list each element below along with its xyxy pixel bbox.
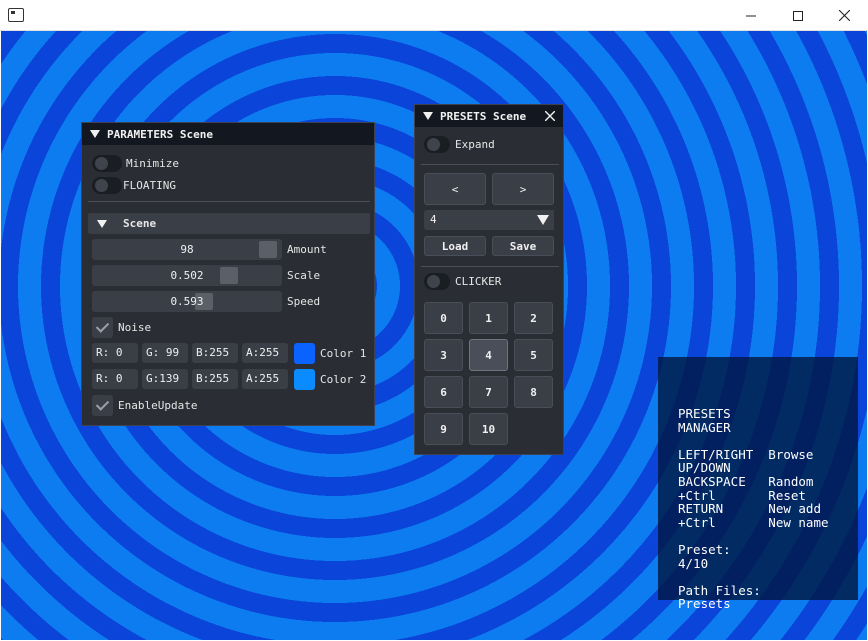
scale-slider[interactable]: 0.502 — [92, 265, 282, 286]
color2-g-field[interactable]: G:139 — [142, 369, 188, 389]
clicker-button-8[interactable]: 8 — [514, 376, 553, 408]
amount-label: Amount — [287, 243, 327, 256]
scale-label: Scale — [287, 269, 321, 282]
minimize-label: Minimize — [126, 157, 179, 170]
clicker-button-7[interactable]: 7 — [469, 376, 508, 408]
enable-update-checkbox[interactable] — [92, 395, 113, 416]
color2-r-field[interactable]: R: 0 — [92, 369, 138, 389]
enable-update-label: EnableUpdate — [118, 399, 198, 412]
next-preset-button[interactable]: > — [492, 173, 554, 205]
presets-panel: PRESETS Scene Expand < > 4 Load Save CLI… — [414, 104, 564, 455]
presets-panel-header[interactable]: PRESETS Scene — [415, 105, 563, 127]
presets-panel-title: PRESETS Scene — [440, 109, 527, 123]
clicker-label: CLICKER — [455, 275, 502, 288]
preset-combo-value: 4 — [430, 213, 437, 226]
amount-value: 98 — [180, 243, 194, 256]
parameters-panel-title: PARAMETERS Scene — [107, 127, 213, 141]
clicker-button-3[interactable]: 3 — [424, 339, 463, 371]
minimize-window-button[interactable] — [728, 0, 774, 31]
clicker-button-2[interactable]: 2 — [514, 302, 553, 334]
info-line: +Ctrl Reset — [678, 487, 806, 503]
scene-section-title: Scene — [123, 217, 157, 230]
clicker-button-10[interactable]: 10 — [469, 413, 508, 445]
window-titlebar — [0, 0, 868, 31]
clicker-toggle[interactable] — [424, 273, 450, 290]
load-button[interactable]: Load — [424, 236, 486, 256]
parameters-panel: PARAMETERS Scene Minimize FLOATING Scene… — [81, 122, 375, 426]
minimize-icon — [746, 15, 756, 16]
expand-label: Expand — [455, 138, 495, 151]
info-line: Preset: — [678, 542, 731, 557]
info-line: PRESETS — [678, 406, 731, 421]
info-line: LEFT/RIGHT Browse — [678, 446, 814, 462]
expand-toggle[interactable] — [424, 136, 450, 153]
color2-b-field[interactable]: B:255 — [192, 369, 238, 389]
section-triangle-icon — [97, 219, 107, 228]
maximize-icon — [793, 10, 803, 21]
chevron-down-icon[interactable] — [532, 210, 554, 230]
info-line: Presets — [678, 596, 731, 612]
prev-preset-button[interactable]: < — [424, 173, 486, 205]
color1-label: Color 1 — [320, 347, 367, 360]
collapse-triangle-icon[interactable] — [90, 130, 100, 138]
clicker-button-1[interactable]: 1 — [469, 302, 508, 334]
color2-a-field[interactable]: A:255 — [242, 369, 288, 389]
close-icon[interactable] — [545, 111, 555, 121]
scale-value: 0.502 — [170, 269, 204, 282]
info-line: BACKSPACE Random — [678, 474, 814, 489]
save-button[interactable]: Save — [492, 236, 554, 256]
collapse-triangle-icon[interactable] — [423, 112, 433, 120]
scene-section-header[interactable]: Scene — [88, 213, 370, 234]
color1-a-field[interactable]: A:255 — [242, 343, 288, 363]
info-line: 4/10 — [678, 555, 709, 571]
preset-combo[interactable]: 4 — [424, 210, 554, 230]
floating-label: FLOATING — [123, 179, 176, 192]
minimize-toggle[interactable] — [92, 155, 122, 172]
clicker-button-9[interactable]: 9 — [424, 413, 463, 445]
clicker-button-4[interactable]: 4 — [469, 339, 508, 371]
clicker-button-6[interactable]: 6 — [424, 376, 463, 408]
clicker-button-0[interactable]: 0 — [424, 302, 463, 334]
color2-label: Color 2 — [320, 373, 367, 386]
speed-value: 0.593 — [170, 295, 204, 308]
color1-b-field[interactable]: B:255 — [192, 343, 238, 363]
noise-label: Noise — [118, 321, 152, 334]
app-icon — [8, 8, 24, 22]
info-line: +Ctrl New name — [678, 514, 829, 530]
noise-checkbox[interactable] — [92, 317, 113, 338]
presets-manager-overlay: PRESETS MANAGER LEFT/RIGHT Browse UP/DOW… — [658, 357, 858, 610]
amount-slider[interactable]: 98 — [92, 239, 282, 260]
close-icon — [838, 10, 850, 21]
speed-label: Speed — [287, 295, 321, 308]
floating-toggle[interactable] — [92, 177, 122, 194]
clicker-button-5[interactable]: 5 — [514, 339, 553, 371]
color2-swatch[interactable] — [294, 369, 315, 390]
color1-g-field[interactable]: G: 99 — [142, 343, 188, 363]
color1-swatch[interactable] — [294, 343, 315, 364]
info-line: Path Files: — [678, 582, 761, 598]
info-line: MANAGER — [678, 419, 731, 435]
info-line: RETURN New add — [678, 501, 821, 517]
info-line: UP/DOWN — [678, 460, 731, 476]
color1-r-field[interactable]: R: 0 — [92, 343, 138, 363]
parameters-panel-header[interactable]: PARAMETERS Scene — [82, 123, 374, 145]
speed-slider[interactable]: 0.593 — [92, 291, 282, 312]
close-window-button[interactable] — [821, 0, 867, 31]
maximize-window-button[interactable] — [775, 0, 821, 31]
